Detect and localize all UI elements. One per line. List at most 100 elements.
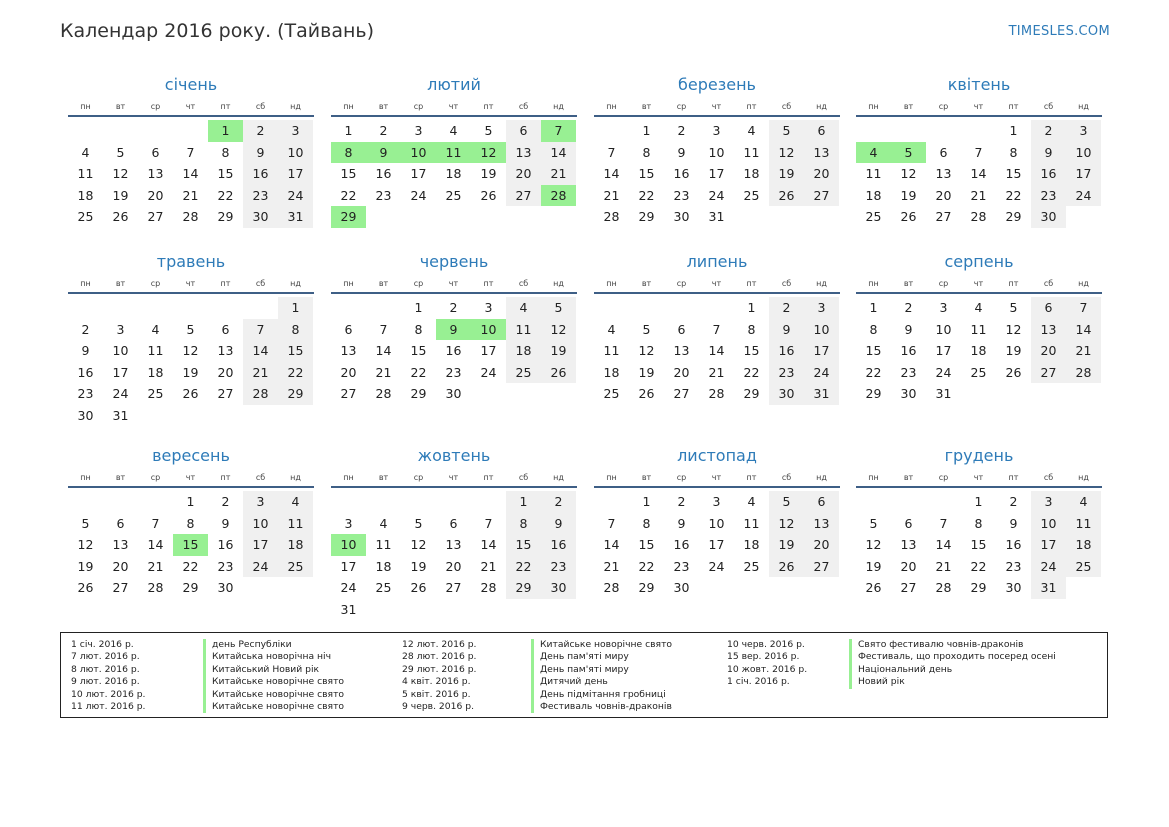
weekday-label: пн: [80, 473, 91, 482]
day-cell: 2: [1031, 120, 1066, 142]
month-2: лютий пн вт ср чт пт сб нд 1 2 3 4 5 6 7 8 9 10 11 12 13 14 15…: [331, 75, 577, 228]
weekday-label: сб: [1043, 279, 1054, 288]
day-cell: 21: [541, 163, 576, 185]
day-cell: 14: [970, 166, 987, 182]
weekday-label: пт: [483, 279, 494, 288]
day-cell: 2: [677, 494, 686, 509]
holiday-names-column: Свято фестивалю човнів-драконів Фестиваль…: [849, 639, 1056, 689]
day-cell: 16: [541, 534, 576, 556]
day-cell: 3: [116, 321, 125, 337]
empty-cell: [366, 491, 401, 513]
day-cell: 3: [712, 494, 721, 509]
day-cell: 16: [769, 340, 804, 362]
day-cell: 20: [804, 534, 839, 556]
days-grid: 1 2 3 4 5 6 7 8 9 10 11 12 13 14 15 16 17 18 19 20 21 22 23 24 2…: [594, 297, 840, 405]
day-cell: 21: [243, 361, 278, 384]
day-cell: 21: [375, 364, 392, 380]
day-cell: 28: [480, 580, 497, 596]
weekday-label: пн: [868, 279, 879, 288]
day-cell: 17: [804, 340, 839, 362]
day-cell: 20: [804, 163, 839, 185]
empty-cell: [541, 599, 576, 621]
weekday-header: пн вт ср чт пт сб нд: [594, 101, 840, 113]
month-name: листопад: [677, 446, 757, 465]
day-cell: 17: [243, 534, 278, 556]
day-cell: 23: [541, 555, 576, 578]
day-cell: 16: [900, 343, 917, 359]
day-cell: 15: [410, 343, 427, 359]
day-cell: 25: [970, 364, 987, 380]
day-cell: 7: [1066, 297, 1101, 319]
header-rule: [594, 486, 840, 488]
day-cell: 19: [541, 340, 576, 362]
day-cell: 8: [974, 515, 983, 531]
day-cell: 26: [638, 386, 655, 402]
day-cell: 29: [638, 209, 655, 225]
day-cell: 30: [1005, 580, 1022, 596]
day-cell: 16: [375, 166, 392, 182]
day-cell: 25: [506, 361, 541, 384]
day-cell: 28: [243, 383, 278, 405]
day-cell: 4: [81, 144, 90, 160]
weekday-label: вт: [115, 102, 126, 111]
day-cell: 24: [708, 187, 725, 203]
day-cell: 4: [1066, 491, 1101, 513]
empty-cell: [1066, 577, 1101, 599]
day-cell: 1: [642, 494, 651, 509]
day-cell: 2: [769, 297, 804, 319]
month-11: листопад пн вт ср чт пт сб нд 1 2 3 4 5 6 7 8 9 10 11 12 13 1…: [594, 446, 840, 599]
day-cell: 24: [708, 558, 725, 574]
day-cell: 7: [186, 144, 195, 160]
weekday-label: сб: [518, 102, 529, 111]
day-cell: 2: [379, 123, 388, 138]
day-cell: 26: [112, 209, 129, 225]
weekday-label: ср: [676, 279, 687, 288]
empty-cell: [506, 383, 541, 405]
month-name: березень: [678, 75, 756, 94]
weekday-label: нд: [816, 473, 827, 482]
weekday-label: чт: [711, 102, 722, 111]
day-cell: 28: [708, 386, 725, 402]
day-cell: 13: [217, 343, 234, 359]
empty-cell: [331, 297, 366, 319]
day-cell: 3: [1031, 491, 1066, 513]
day-cell: 19: [900, 187, 917, 203]
weekday-label: пт: [746, 473, 757, 482]
day-cell: 29: [410, 386, 427, 402]
holiday-name: Китайське новорічне свято: [203, 688, 344, 701]
day-cell: 8: [331, 141, 366, 164]
header-rule: [68, 486, 314, 488]
day-cell: 3: [278, 120, 313, 142]
day-cell: 21: [708, 364, 725, 380]
day-cell: 20: [112, 558, 129, 574]
month-12: грудень пн вт ср чт пт сб нд 1 2 3 4 5 6 7 8 9 10 11 12 13 14…: [856, 446, 1102, 599]
day-cell: 29: [278, 383, 313, 405]
day-cell: 15: [865, 343, 882, 359]
empty-cell: [594, 120, 629, 142]
day-cell: 12: [112, 166, 129, 182]
day-cell: 27: [340, 386, 357, 402]
day-cell: 26: [865, 580, 882, 596]
day-cell: 21: [147, 558, 164, 574]
holiday-date: 10 жовт. 2016 р.: [727, 663, 808, 675]
day-cell: 3: [712, 123, 721, 138]
empty-cell: [243, 405, 278, 427]
holiday-date: 29 лют. 2016 р.: [402, 663, 477, 675]
header-rule: [68, 292, 314, 294]
month-7: липень пн вт ср чт пт сб нд 1 2 3 4 5 6 7 8 9 10 11 12 13 14 1…: [594, 252, 840, 405]
day-cell: 25: [865, 209, 882, 225]
weekday-label: чт: [973, 279, 984, 288]
day-cell: 31: [708, 209, 725, 225]
day-cell: 6: [151, 144, 160, 160]
day-cell: 4: [747, 494, 756, 509]
day-cell: 26: [77, 580, 94, 596]
day-cell: 9: [677, 515, 686, 531]
weekday-label: пт: [1008, 102, 1019, 111]
empty-cell: [138, 297, 173, 319]
day-cell: 14: [603, 537, 620, 553]
holiday-names-column: день Республіки Китайська новорічна ніч Ки…: [203, 639, 344, 714]
day-cell: 29: [743, 386, 760, 402]
day-cell: 22: [182, 558, 199, 574]
day-cell: 21: [1066, 340, 1101, 362]
day-cell: 1: [414, 300, 423, 315]
